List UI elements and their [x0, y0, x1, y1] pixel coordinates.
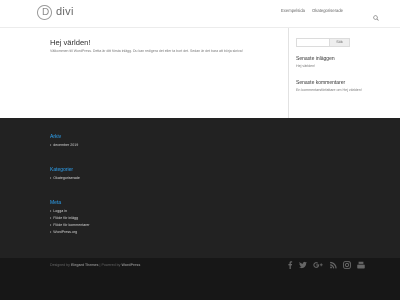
recent-comments-title: Senaste kommentarer: [296, 80, 346, 86]
categories-title: Kategorier: [50, 167, 74, 173]
nav-item-exempelsida[interactable]: Exempelsida: [281, 8, 305, 14]
recent-posts-title: Senaste inläggen: [296, 56, 335, 62]
sidebar-search-button[interactable]: Sök: [329, 38, 350, 47]
category-item[interactable]: Okategoriserade: [50, 176, 80, 181]
credits-separator: | Powered by: [99, 263, 121, 267]
sidebar-divider: [288, 28, 289, 118]
footer-bottom-bar: Designed by Elegant Themes | Powered by …: [0, 258, 400, 300]
instagram-icon[interactable]: [343, 261, 351, 269]
meta-item-posts-feed[interactable]: Flöde för inlägg: [50, 216, 78, 221]
meta-item-comments-feed[interactable]: Flöde för kommentarer: [50, 223, 89, 228]
meta-item-login[interactable]: Logga in: [50, 209, 67, 214]
twitter-icon[interactable]: [299, 261, 307, 269]
site-logo[interactable]: D divi: [37, 4, 77, 22]
logo-mark-icon: D: [37, 5, 52, 20]
credits-author-link[interactable]: Elegant Themes: [71, 263, 99, 267]
site-header: D divi Exempelsida Okategoriserade: [0, 0, 400, 28]
meta-item-wordpress-org[interactable]: WordPress.org: [50, 230, 77, 235]
logo-text: divi: [56, 6, 74, 18]
recent-post-link[interactable]: Hej världen!: [296, 64, 315, 69]
credits-prefix: Designed by: [50, 263, 70, 267]
logo-mark-letter: D: [42, 7, 50, 18]
footer-credits: Designed by Elegant Themes | Powered by …: [50, 263, 140, 268]
archive-title: Arkiv: [50, 134, 62, 140]
youtube-icon[interactable]: [357, 261, 365, 269]
recent-comment-item[interactable]: En kommentarsförfattare om Hej världen!: [296, 88, 396, 94]
credits-platform-link[interactable]: WordPress: [121, 263, 140, 267]
archive-item[interactable]: december 2019: [50, 143, 78, 148]
nav-item-okategoriserade[interactable]: Okategoriserade: [312, 8, 343, 14]
rss-icon[interactable]: [330, 261, 337, 269]
google-plus-icon[interactable]: [313, 261, 323, 269]
meta-title: Meta: [50, 200, 62, 206]
search-icon[interactable]: [373, 8, 379, 21]
main-content: Hej världen! Välkommen till WordPress. D…: [0, 28, 400, 118]
facebook-icon[interactable]: [287, 261, 293, 269]
footer-widgets: Arkiv december 2019 Kategorier Okategori…: [0, 118, 400, 258]
post-excerpt: Välkommen till WordPress. Detta är ditt …: [50, 49, 243, 53]
post-title[interactable]: Hej världen!: [50, 38, 91, 47]
